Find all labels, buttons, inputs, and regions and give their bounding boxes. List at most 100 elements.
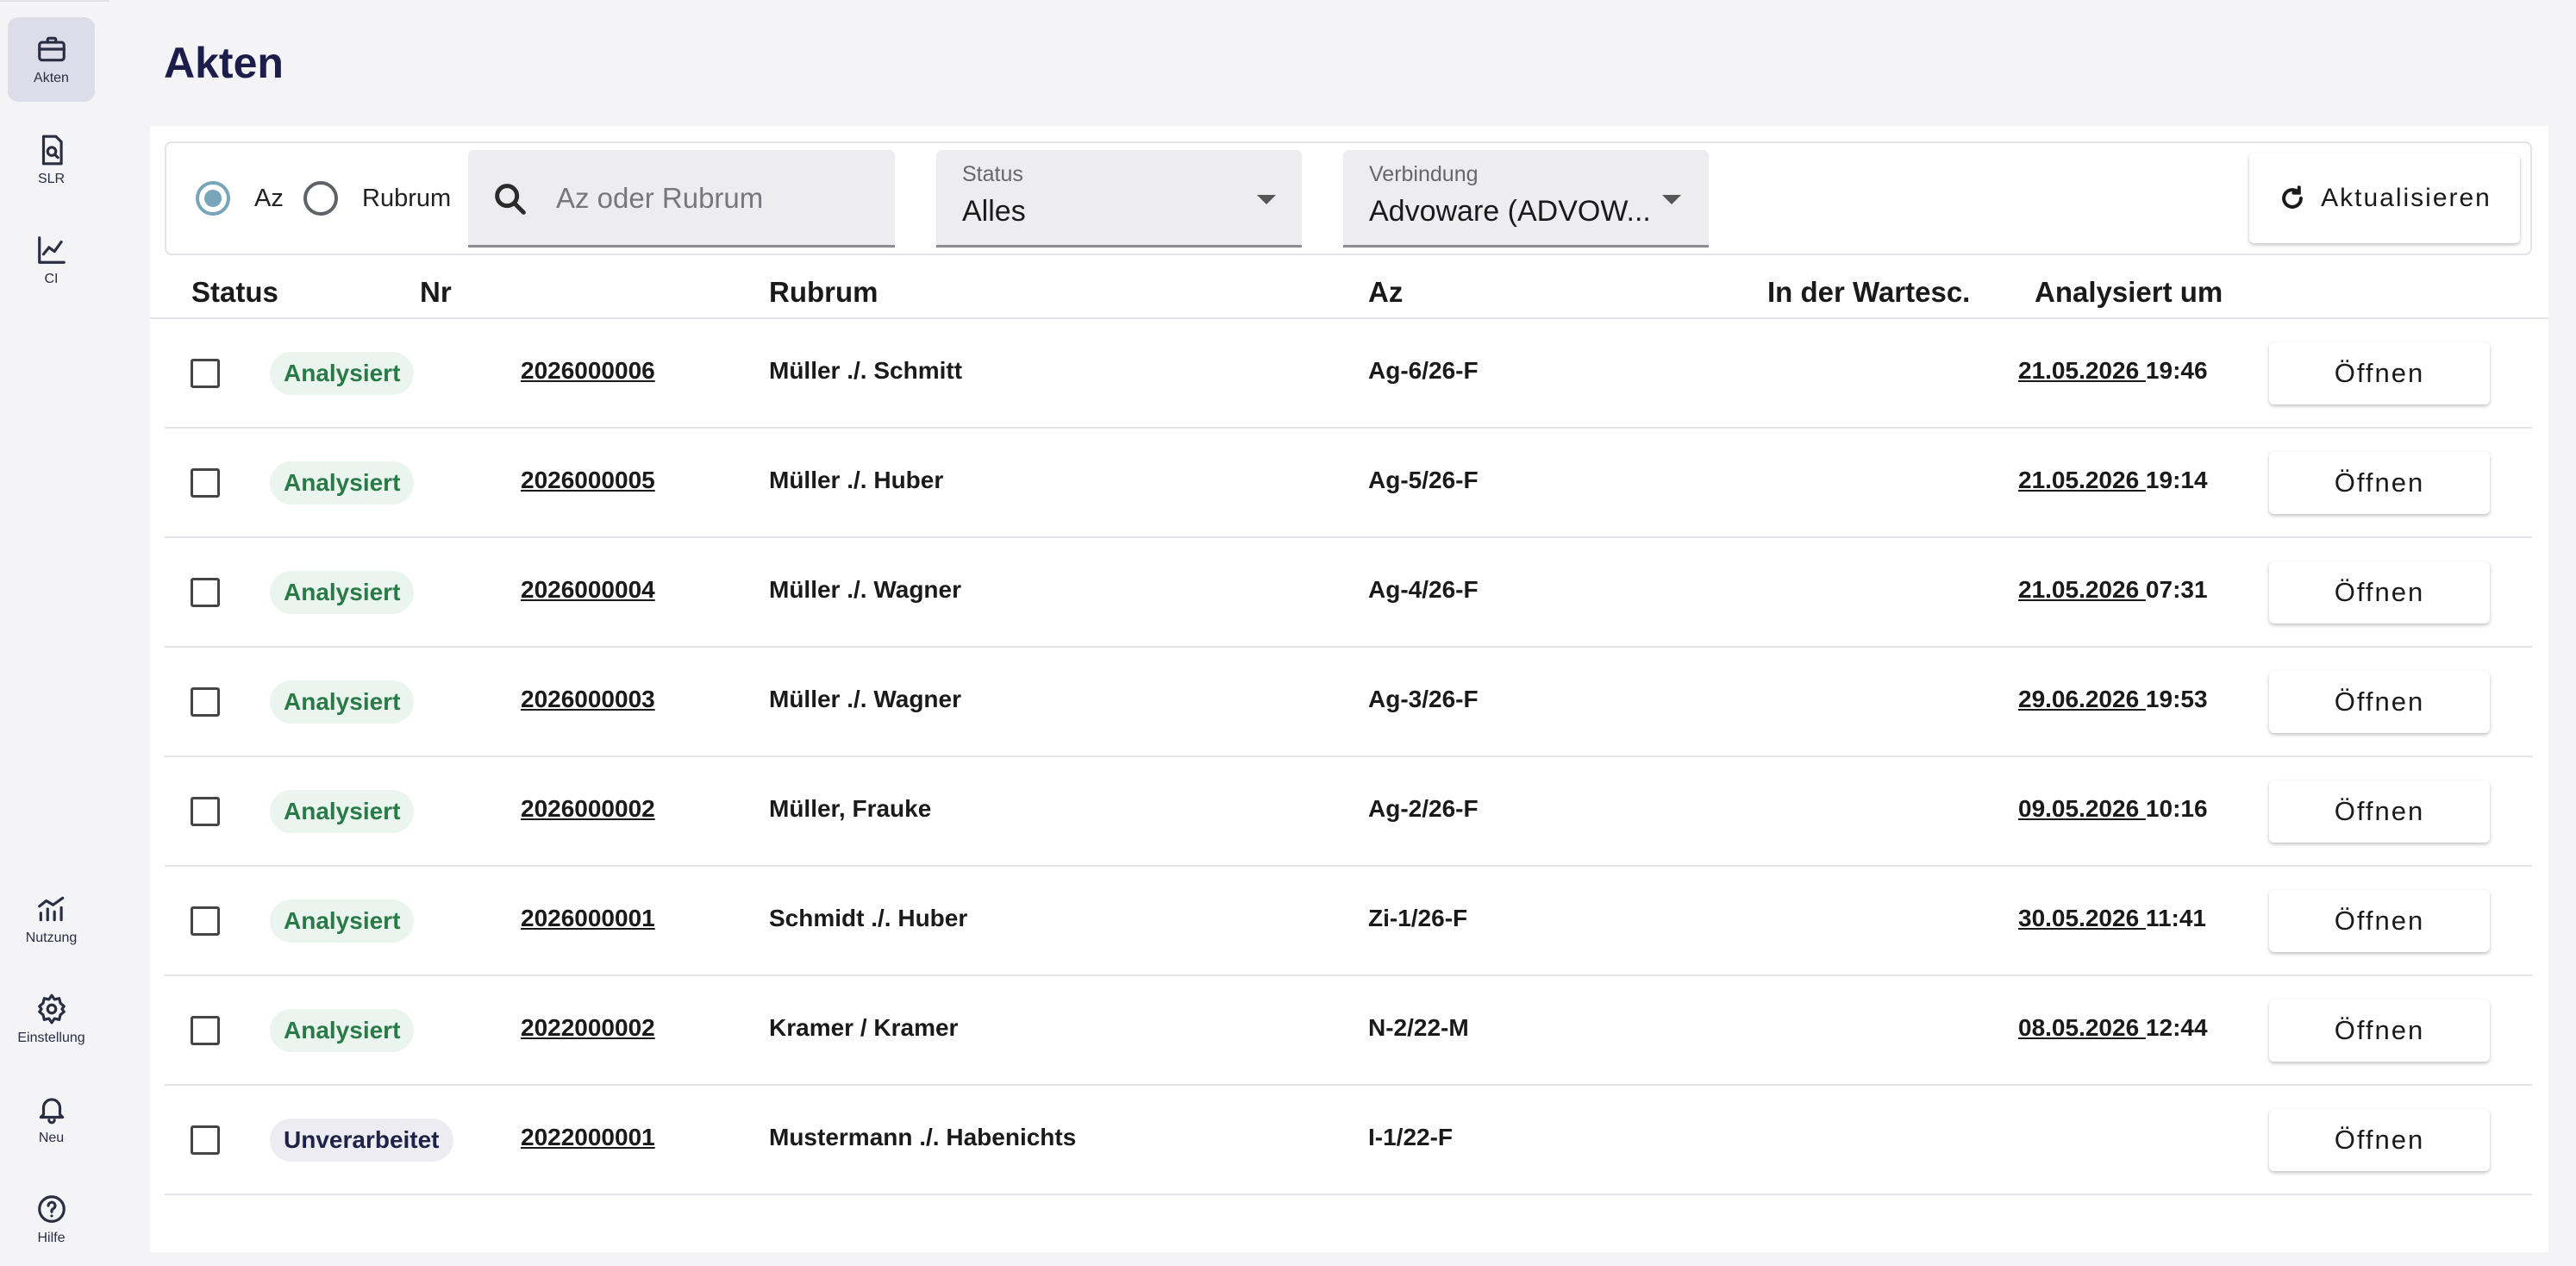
column-header-az[interactable]: Az bbox=[1368, 276, 1403, 309]
row-analyzed-time: 19:14 bbox=[2145, 467, 2208, 493]
verbindung-select[interactable]: Verbindung Advoware (ADVOW... bbox=[1343, 150, 1709, 248]
refresh-button[interactable]: Aktualisieren bbox=[2249, 154, 2520, 243]
row-checkbox[interactable] bbox=[191, 797, 220, 826]
row-rubrum: Mustermann ./. Habenichts bbox=[769, 1124, 1077, 1150]
row-analyzed-at: 30.05.2026 11:41 bbox=[2018, 905, 2206, 932]
sidebar-item-label: Nutzung bbox=[25, 931, 78, 945]
line-chart-icon bbox=[37, 236, 66, 264]
row-checkbox[interactable] bbox=[191, 1016, 220, 1045]
open-button[interactable]: Öffnen bbox=[2269, 890, 2490, 952]
column-header-status[interactable]: Status bbox=[191, 276, 278, 309]
bell-icon bbox=[39, 1098, 64, 1125]
row-az: I-1/22-F bbox=[1368, 1124, 1454, 1150]
status-badge: Analysiert bbox=[270, 680, 415, 724]
row-rubrum: Müller ./. Schmitt bbox=[769, 357, 963, 384]
row-az: Zi-1/26-F bbox=[1368, 905, 1468, 931]
row-nr-link[interactable]: 2026000005 bbox=[521, 467, 655, 494]
row-az: N-2/22-M bbox=[1368, 1014, 1469, 1041]
row-nr-link[interactable]: 2022000001 bbox=[521, 1124, 655, 1151]
column-header-queue[interactable]: In der Wartesc. bbox=[1767, 276, 1970, 309]
row-checkbox[interactable] bbox=[191, 1125, 220, 1155]
table-row[interactable]: Unverarbeitet 2022000001 Mustermann ./. … bbox=[165, 1086, 2532, 1195]
table-row[interactable]: Analysiert 2026000001 Schmidt ./. Huber … bbox=[165, 867, 2532, 976]
status-badge: Analysiert bbox=[270, 352, 415, 395]
search-input[interactable] bbox=[556, 171, 884, 226]
column-header-nr[interactable]: Nr bbox=[420, 276, 452, 309]
row-analyzed-date[interactable]: 21.05.2026 bbox=[2018, 576, 2146, 603]
open-button[interactable]: Öffnen bbox=[2269, 452, 2490, 514]
sidebar-item-einstellung[interactable]: Einstellung bbox=[8, 977, 95, 1062]
row-analyzed-date[interactable]: 09.05.2026 bbox=[2018, 795, 2146, 822]
open-button[interactable]: Öffnen bbox=[2269, 671, 2490, 733]
row-analyzed-at: 09.05.2026 10:16 bbox=[2018, 795, 2208, 823]
row-rubrum: Müller, Frauke bbox=[769, 795, 932, 822]
sidebar-item-nutzung[interactable]: Nutzung bbox=[8, 877, 95, 962]
sidebar-item-label: Hilfe bbox=[37, 1231, 66, 1245]
sidebar-item-ci[interactable]: CI bbox=[8, 218, 95, 303]
row-analyzed-at: 21.05.2026 19:46 bbox=[2018, 357, 2208, 385]
row-analyzed-date[interactable]: 08.05.2026 bbox=[2018, 1014, 2146, 1041]
row-nr-link[interactable]: 2026000006 bbox=[521, 357, 655, 385]
briefcase-icon bbox=[37, 36, 66, 62]
table-row[interactable]: Analysiert 2026000006 Müller ./. Schmitt… bbox=[165, 319, 2532, 429]
sidebar-item-slr[interactable]: SLR bbox=[8, 118, 95, 203]
chevron-down-icon bbox=[1257, 195, 1276, 204]
open-button[interactable]: Öffnen bbox=[2269, 561, 2490, 624]
sidebar-item-hilfe[interactable]: Hilfe bbox=[8, 1177, 95, 1262]
row-checkbox[interactable] bbox=[191, 687, 220, 717]
status-badge: Unverarbeitet bbox=[270, 1119, 453, 1162]
row-az: Ag-6/26-F bbox=[1368, 357, 1479, 384]
usage-chart-icon bbox=[37, 896, 64, 922]
row-rubrum: Müller ./. Wagner bbox=[769, 576, 961, 603]
table-row[interactable]: Analysiert 2026000005 Müller ./. Huber A… bbox=[165, 429, 2532, 538]
verbindung-select-label: Verbindung bbox=[1369, 162, 1479, 186]
row-nr-link[interactable]: 2026000003 bbox=[521, 686, 655, 713]
table-row[interactable]: Analysiert 2026000002 Müller, Frauke Ag-… bbox=[165, 757, 2532, 867]
open-button[interactable]: Öffnen bbox=[2269, 342, 2490, 404]
radio-az-label: Az bbox=[254, 185, 284, 212]
row-nr-link[interactable]: 2026000001 bbox=[521, 905, 655, 932]
table-row[interactable]: Analysiert 2026000004 Müller ./. Wagner … bbox=[165, 538, 2532, 648]
row-checkbox[interactable] bbox=[191, 359, 220, 388]
row-nr-link[interactable]: 2022000002 bbox=[521, 1014, 655, 1042]
row-az: Ag-5/26-F bbox=[1368, 467, 1479, 493]
search-icon bbox=[495, 184, 526, 215]
row-analyzed-date[interactable]: 21.05.2026 bbox=[2018, 467, 2146, 493]
row-analyzed-at: 08.05.2026 12:44 bbox=[2018, 1014, 2208, 1042]
row-rubrum: Müller ./. Wagner bbox=[769, 686, 961, 712]
row-analyzed-date[interactable]: 29.06.2026 bbox=[2018, 686, 2146, 712]
open-button[interactable]: Öffnen bbox=[2269, 1109, 2490, 1171]
row-analyzed-time: 07:31 bbox=[2145, 576, 2208, 603]
sidebar: Akten SLR CI Nutzung Einstellung Neu Hil… bbox=[0, 0, 109, 1266]
status-badge: Analysiert bbox=[270, 790, 415, 833]
help-circle-icon bbox=[37, 1195, 66, 1223]
status-badge: Analysiert bbox=[270, 571, 415, 614]
refresh-button-label: Aktualisieren bbox=[2321, 184, 2492, 212]
column-header-analyzed[interactable]: Analysiert um bbox=[2035, 276, 2223, 309]
row-checkbox[interactable] bbox=[191, 906, 220, 936]
table-row[interactable]: Analysiert 2022000002 Kramer / Kramer N-… bbox=[165, 976, 2532, 1086]
row-analyzed-date[interactable]: 30.05.2026 bbox=[2018, 905, 2146, 931]
row-rubrum: Schmidt ./. Huber bbox=[769, 905, 968, 931]
radio-az[interactable] bbox=[196, 181, 230, 216]
row-rubrum: Kramer / Kramer bbox=[769, 1014, 959, 1041]
column-header-rubrum[interactable]: Rubrum bbox=[769, 276, 878, 309]
status-select[interactable]: Status Alles bbox=[936, 150, 1302, 248]
open-button[interactable]: Öffnen bbox=[2269, 780, 2490, 843]
refresh-icon bbox=[2282, 185, 2304, 209]
sidebar-item-neu[interactable]: Neu bbox=[8, 1077, 95, 1162]
row-nr-link[interactable]: 2026000002 bbox=[521, 795, 655, 823]
row-checkbox[interactable] bbox=[191, 468, 220, 498]
chevron-down-icon bbox=[1662, 195, 1681, 204]
row-analyzed-date[interactable]: 21.05.2026 bbox=[2018, 357, 2146, 384]
row-checkbox[interactable] bbox=[191, 578, 220, 607]
table-row[interactable]: Analysiert 2026000003 Müller ./. Wagner … bbox=[165, 648, 2532, 757]
sidebar-item-label: Akten bbox=[34, 71, 69, 85]
sidebar-item-akten[interactable]: Akten bbox=[8, 17, 95, 102]
row-analyzed-time: 11:41 bbox=[2145, 905, 2206, 931]
document-search-icon bbox=[41, 135, 63, 166]
radio-rubrum[interactable] bbox=[303, 181, 338, 216]
row-analyzed-time: 10:16 bbox=[2145, 795, 2208, 822]
open-button[interactable]: Öffnen bbox=[2269, 1000, 2490, 1062]
row-nr-link[interactable]: 2026000004 bbox=[521, 576, 655, 604]
